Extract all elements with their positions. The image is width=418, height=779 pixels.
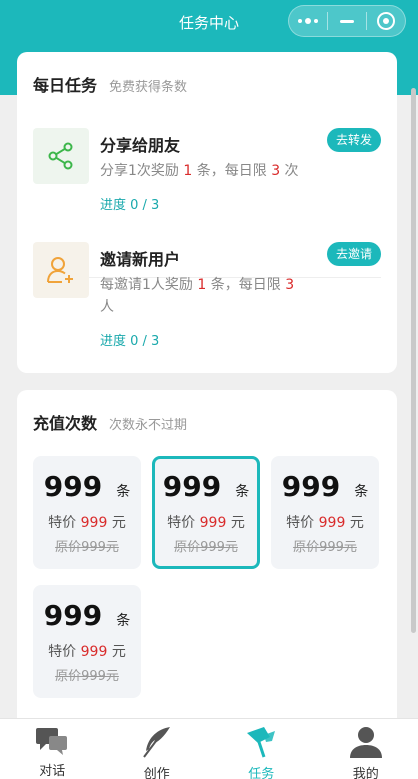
minimize-button[interactable] <box>328 6 366 36</box>
share-icon <box>33 128 89 184</box>
package-unit: 条 <box>116 613 131 629</box>
more-button[interactable] <box>289 6 327 36</box>
scrollbar[interactable] <box>411 88 416 633</box>
package-original-price: 原价999元 <box>293 540 357 555</box>
tab-label: 对话 <box>39 764 66 779</box>
nav-bar: 任务中心 <box>0 0 418 44</box>
recharge-header: 充值次数 次数永不过期 <box>33 410 187 434</box>
minimize-icon <box>340 19 354 23</box>
more-dots-icon <box>298 18 318 24</box>
add-user-icon <box>33 242 89 298</box>
tab-tasks[interactable]: 任务 <box>209 719 314 779</box>
package-amount: 999 <box>162 470 222 503</box>
package-unit: 条 <box>235 484 250 500</box>
tab-label: 任务 <box>248 767 275 779</box>
task-limit: 3 <box>271 163 281 179</box>
daily-tasks-title: 每日任务 <box>33 76 98 95</box>
package-amount: 999 <box>43 470 103 503</box>
package-option[interactable]: 999 条 特价 999 元 原价999元 <box>271 456 379 569</box>
task-progress: 进度 0 / 3 <box>100 334 160 349</box>
package-amount: 999 <box>43 599 103 632</box>
package-price: 特价 999 元 <box>48 644 126 660</box>
mini-program-capsule <box>288 5 406 37</box>
package-unit: 条 <box>354 484 369 500</box>
package-original-price: 原价999元 <box>55 540 119 555</box>
task-name: 邀请新用户 <box>100 250 181 269</box>
tab-profile[interactable]: 我的 <box>314 719 418 779</box>
invite-button[interactable]: 去邀请 <box>326 242 381 266</box>
flag-icon <box>244 725 278 759</box>
tab-create[interactable]: 创作 <box>105 719 210 779</box>
task-reward: 1 <box>183 163 193 179</box>
package-option[interactable]: 999 条 特价 999 元 原价999元 <box>33 585 141 698</box>
tab-bar: 对话 创作 任务 我的 <box>0 718 418 779</box>
task-name: 分享给朋友 <box>100 136 181 155</box>
package-option-selected[interactable]: 999 条 特价 999 元 原价999元 <box>152 456 260 569</box>
task-description: 每邀请1人奖励 1 条，每日限 3 人 <box>100 277 295 315</box>
daily-tasks-subtitle: 免费获得条数 <box>109 80 188 95</box>
task-progress: 进度 0 / 3 <box>100 198 160 213</box>
package-original-price: 原价999元 <box>174 540 238 555</box>
package-price: 特价 999 元 <box>286 515 364 531</box>
close-target-icon <box>377 12 395 30</box>
tab-label: 创作 <box>143 767 170 779</box>
task-limit: 3 <box>285 277 295 293</box>
tab-chat[interactable]: 对话 <box>0 719 105 779</box>
user-icon <box>349 725 383 759</box>
package-unit: 条 <box>116 484 131 500</box>
recharge-subtitle: 次数永不过期 <box>109 418 188 433</box>
share-button[interactable]: 去转发 <box>326 128 381 152</box>
package-amount: 999 <box>281 470 341 503</box>
feather-icon <box>140 725 174 759</box>
page-title: 任务中心 <box>178 13 239 32</box>
package-price: 特价 999 元 <box>48 515 126 531</box>
recharge-card: 充值次数 次数永不过期 999 条 特价 999 元 原价999元 999 条 特价… <box>17 390 397 730</box>
task-reward: 1 <box>197 277 207 293</box>
close-button[interactable] <box>367 6 405 36</box>
recharge-title: 充值次数 <box>33 414 98 433</box>
package-price: 特价 999 元 <box>167 515 245 531</box>
chat-icon <box>35 725 69 756</box>
package-option[interactable]: 999 条 特价 999 元 原价999元 <box>33 456 141 569</box>
daily-tasks-card: 每日任务 免费获得条数 分享给朋友 分享1次奖励 1 条，每日限 3 次 进度 … <box>17 52 397 373</box>
daily-tasks-header: 每日任务 免费获得条数 <box>33 72 187 96</box>
task-description: 分享1次奖励 1 条，每日限 3 次 <box>100 163 299 179</box>
package-original-price: 原价999元 <box>55 669 119 684</box>
tab-label: 我的 <box>352 767 379 779</box>
